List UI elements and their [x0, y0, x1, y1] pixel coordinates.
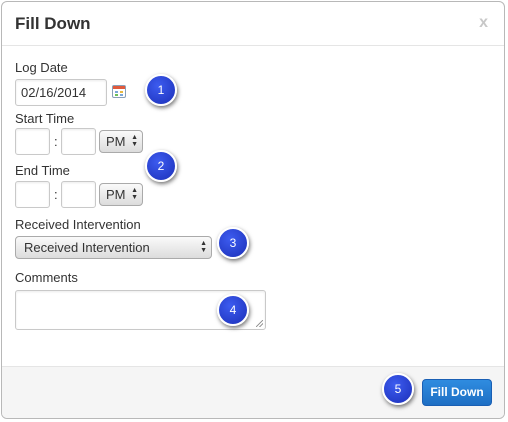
select-arrows-icon: ▲ ▼ — [131, 187, 138, 201]
end-minute-input[interactable] — [61, 181, 96, 208]
close-icon[interactable]: x — [479, 14, 488, 32]
end-time-separator: : — [54, 187, 58, 202]
dialog-title: Fill Down — [15, 14, 91, 33]
fill-down-button[interactable]: Fill Down — [422, 379, 492, 406]
start-ampm-value: PM — [106, 134, 126, 149]
log-date-label: Log Date — [15, 60, 68, 75]
log-date-input[interactable]: 02/16/2014 — [15, 79, 107, 106]
dialog-header: Fill Down x — [2, 2, 504, 46]
calendar-icon[interactable] — [112, 85, 126, 98]
callout-1: 1 — [145, 74, 177, 106]
callout-2: 2 — [145, 150, 177, 182]
end-time-label: End Time — [15, 163, 70, 178]
end-ampm-value: PM — [106, 187, 126, 202]
start-minute-input[interactable] — [61, 128, 96, 155]
callout-4: 4 — [217, 294, 249, 326]
received-intervention-label: Received Intervention — [15, 217, 141, 232]
end-ampm-select[interactable]: PM ▲ ▼ — [99, 183, 143, 206]
received-intervention-select[interactable]: Received Intervention ▲ ▼ — [15, 236, 212, 259]
select-arrows-icon: ▲ ▼ — [200, 240, 207, 254]
start-time-separator: : — [54, 134, 58, 149]
select-arrows-icon: ▲ ▼ — [131, 134, 138, 148]
comments-label: Comments — [15, 270, 78, 285]
dialog-footer: Fill Down — [2, 366, 504, 418]
resize-grip-icon[interactable] — [256, 320, 263, 327]
received-intervention-value: Received Intervention — [24, 240, 150, 255]
callout-5: 5 — [382, 373, 414, 405]
start-hour-input[interactable] — [15, 128, 50, 155]
end-hour-input[interactable] — [15, 181, 50, 208]
start-ampm-select[interactable]: PM ▲ ▼ — [99, 130, 143, 153]
fill-down-dialog: Fill Down x Log Date 02/16/2014 Start Ti… — [1, 1, 505, 419]
callout-3: 3 — [217, 227, 249, 259]
start-time-label: Start Time — [15, 111, 75, 126]
